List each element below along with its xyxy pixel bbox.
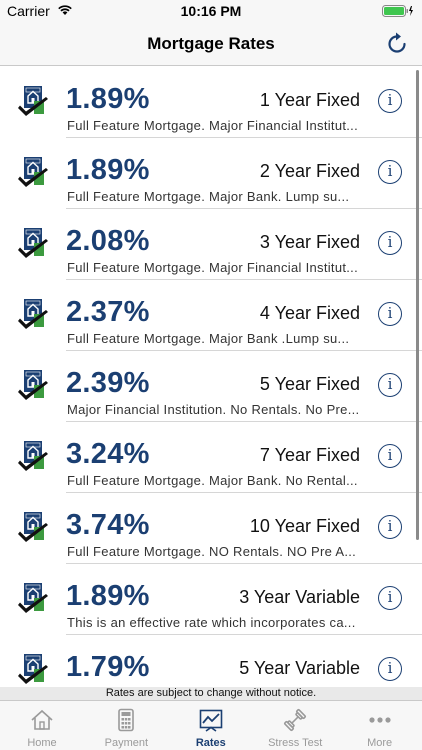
lender-logo-icon: [17, 512, 49, 546]
dumbbell-icon: [283, 708, 307, 732]
chart-icon: [199, 708, 223, 732]
rate-value: 2.08%: [66, 225, 150, 257]
rate-value: 3.74%: [66, 509, 150, 541]
more-icon: [368, 708, 392, 732]
rate-description: Major Financial Institution. No Rentals.…: [67, 402, 360, 417]
info-icon[interactable]: i: [378, 89, 402, 113]
rate-description: Full Feature Mortgage. NO Rentals. NO Pr…: [67, 544, 357, 559]
rate-value: 2.37%: [66, 296, 150, 328]
rate-term: 3 Year Fixed: [259, 232, 360, 252]
info-icon[interactable]: i: [378, 515, 402, 539]
tab-bar: Home Payment Rates Stress Test More: [0, 700, 422, 750]
lender-logo-icon: [17, 86, 49, 120]
rates-list[interactable]: 1.89% 1 Year Fixed Full Feature Mortgage…: [0, 67, 422, 687]
tab-label: More: [367, 737, 393, 749]
rate-row[interactable]: 1.89% 2 Year Fixed Full Feature Mortgage…: [0, 138, 422, 209]
battery-icon: [382, 5, 413, 17]
rate-term: 3 Year Variable: [239, 587, 360, 607]
info-icon[interactable]: i: [378, 657, 402, 681]
calculator-icon: [114, 708, 138, 732]
rate-term: 5 Year Fixed: [259, 374, 360, 394]
rate-row[interactable]: 3.24% 7 Year Fixed Full Feature Mortgage…: [0, 422, 422, 493]
lender-logo-icon: [17, 370, 49, 404]
rate-row[interactable]: 1.89% 1 Year Fixed Full Feature Mortgage…: [0, 67, 422, 138]
tab-home[interactable]: Home: [0, 701, 84, 750]
tab-label: Stress Test: [268, 737, 323, 749]
lender-logo-icon: [17, 654, 49, 687]
info-icon[interactable]: i: [378, 160, 402, 184]
rate-description: This is an effective rate which incorpor…: [67, 615, 356, 630]
rate-term: 1 Year Fixed: [259, 90, 360, 110]
lender-logo-icon: [17, 583, 49, 617]
rate-description: Full Feature Mortgage. Major Financial I…: [67, 260, 359, 275]
tab-label: Payment: [104, 737, 149, 749]
rate-value: 1.89%: [66, 580, 150, 612]
rate-row[interactable]: 3.74% 10 Year Fixed Full Feature Mortgag…: [0, 493, 422, 564]
lender-logo-icon: [17, 441, 49, 475]
rate-row[interactable]: 2.39% 5 Year Fixed Major Financial Insti…: [0, 351, 422, 422]
info-icon[interactable]: i: [378, 302, 402, 326]
rate-value: 1.89%: [66, 154, 150, 186]
tab-more[interactable]: More: [338, 701, 422, 750]
navigation-bar: Mortgage Rates: [0, 22, 422, 66]
rates-notice: Rates are subject to change without noti…: [0, 687, 422, 700]
rate-term: 2 Year Fixed: [259, 161, 360, 181]
rate-row[interactable]: 2.08% 3 Year Fixed Full Feature Mortgage…: [0, 209, 422, 280]
rate-description: Full Feature Mortgage. Major Financial I…: [67, 118, 359, 133]
status-time: 10:16 PM: [180, 3, 242, 19]
rate-value: 1.79%: [66, 651, 150, 683]
tab-label: Rates: [195, 737, 226, 749]
page-title: Mortgage Rates: [147, 34, 275, 53]
lender-logo-icon: [17, 299, 49, 333]
scrollbar[interactable]: [416, 70, 419, 540]
tab-payment[interactable]: Payment: [84, 701, 168, 750]
rate-term: 5 Year Variable: [239, 658, 360, 678]
tab-stress-test[interactable]: Stress Test: [253, 701, 337, 750]
rate-row[interactable]: 2.37% 4 Year Fixed Full Feature Mortgage…: [0, 280, 422, 351]
lender-logo-icon: [17, 157, 49, 191]
rate-row[interactable]: 1.79% 5 Year Variable i: [0, 635, 422, 687]
rate-description: Full Feature Mortgage. Major Bank .Lump …: [67, 331, 350, 346]
status-bar: Carrier 10:16 PM: [0, 0, 422, 22]
rate-description: Full Feature Mortgage. Major Bank. No Re…: [67, 473, 358, 488]
rate-value: 3.24%: [66, 438, 150, 470]
info-icon[interactable]: i: [378, 586, 402, 610]
info-icon[interactable]: i: [378, 231, 402, 255]
home-icon: [30, 708, 54, 732]
rate-term: 10 Year Fixed: [249, 516, 360, 536]
tab-rates[interactable]: Rates: [169, 701, 253, 750]
info-icon[interactable]: i: [378, 444, 402, 468]
rate-description: Full Feature Mortgage. Major Bank. Lump …: [67, 189, 350, 204]
rate-term: 7 Year Fixed: [259, 445, 360, 465]
rate-value: 2.39%: [66, 367, 150, 399]
rate-term: 4 Year Fixed: [259, 303, 360, 323]
lender-logo-icon: [17, 228, 49, 262]
rate-row[interactable]: 1.89% 3 Year Variable This is an effecti…: [0, 564, 422, 635]
info-icon[interactable]: i: [378, 373, 402, 397]
tab-label: Home: [27, 737, 57, 749]
refresh-icon[interactable]: [384, 31, 410, 57]
rate-value: 1.89%: [66, 83, 150, 115]
